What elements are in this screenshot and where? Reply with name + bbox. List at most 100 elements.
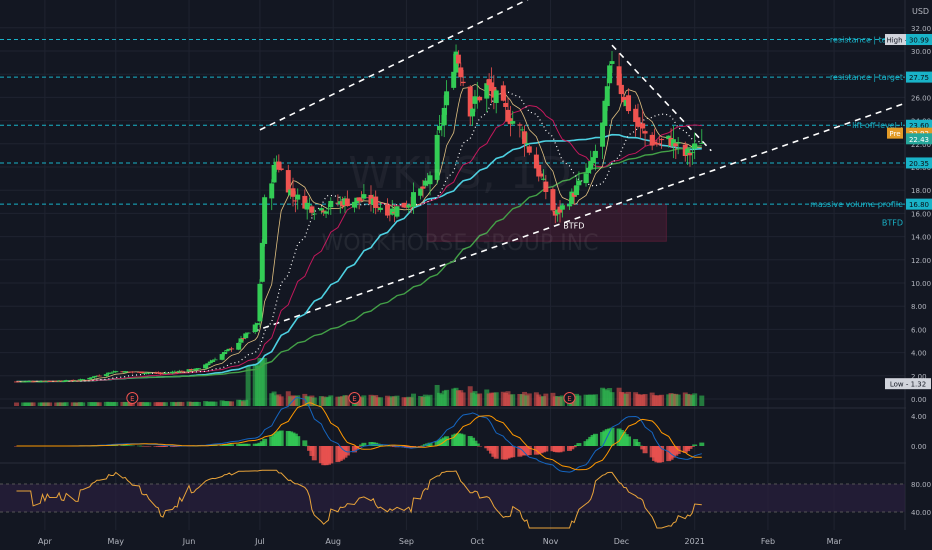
level-price-label: 27.75 [906,71,932,83]
volume-bar [692,393,698,406]
macd-histogram-bar [229,444,235,446]
candle-body [517,124,523,126]
macd-histogram-bar [642,446,648,454]
candle-body [493,90,499,103]
price-tick-label: 8.00 [911,303,927,311]
volume-bar [377,397,383,406]
candle-body [219,354,225,360]
candle-body [590,157,596,164]
candle-body [699,143,705,144]
volume-bar [179,402,185,406]
volume-bar [510,394,516,406]
company-watermark: WORKHORSE GROUP INC [321,231,598,256]
candle-body [500,85,506,101]
candle-body [221,352,227,355]
candle-body [292,200,298,202]
candle-body [401,202,407,208]
candle-body [559,205,565,210]
time-axis-label: Jun [182,537,196,546]
candle-body [75,380,81,382]
level-annotation: BTFD [882,219,903,228]
price-tick-label: 32.00 [911,25,931,33]
price-tick-label: 14.00 [911,234,931,242]
time-axis-label: Aug [325,537,341,546]
level-annotation: massive volume profile [810,200,903,209]
volume-bar [592,394,598,406]
volume-bar [659,394,665,406]
candle-body [344,198,350,207]
candle-body [687,152,693,156]
level-price-label: Low - 1.32 [885,378,931,390]
candle-body [259,242,265,282]
candle-body [14,381,20,383]
price-chart[interactable]: resistance | targetresistance | targetli… [0,0,932,550]
candle-body [236,342,242,350]
macd-histogram-bar [510,446,516,458]
volume-bar [675,394,681,406]
price-tick-label: 12.00 [911,257,931,265]
candle-body [675,142,681,144]
volume-bar [626,391,632,406]
symbol-watermark: WKHS, 1D [348,148,571,199]
candle-body [616,66,622,86]
candle-body [89,377,95,379]
volume-bar [328,395,334,406]
macd-histogram-bar [328,446,334,464]
volume-bar [14,402,20,406]
candle-body [444,91,450,106]
candle-body [460,81,466,84]
macd-histogram-bar [129,445,135,447]
macd-histogram-bar [576,443,582,446]
candle-body [503,102,509,107]
volume-bar [245,365,251,406]
candle-body [243,333,249,339]
volume-bar [526,393,532,406]
price-tick-label: 10.00 [911,280,931,288]
candle-body [323,211,329,214]
earnings-label: E [567,395,571,403]
volume-bar [278,396,284,406]
level-label-text: 30.99 [909,37,929,45]
price-tick-label: 18.00 [911,187,931,195]
candle-body [146,372,152,374]
rsi-tick-label: 80.00 [911,481,931,489]
candle-body [618,84,624,95]
volume-bar [444,389,450,406]
btfd-annotation: BTFD [563,222,584,231]
volume-bar [80,402,86,406]
earnings-marker[interactable]: E [348,392,361,404]
macd-histogram-bar [262,438,268,446]
time-axis-label: 2021 [685,537,705,546]
earnings-marker[interactable]: E [126,392,139,404]
candle-body [309,206,315,213]
candle-body [210,360,216,362]
time-axis-label: Mar [827,537,843,546]
volume-bar [295,395,301,406]
time-axis-label: Apr [38,537,53,546]
earnings-marker[interactable]: E [563,392,576,404]
candle-body [229,348,235,350]
macd-histogram-bar [278,430,284,446]
macd-histogram-bar [635,441,641,446]
time-axis-label: Feb [761,537,775,546]
price-tick-label: 4.00 [911,350,927,358]
volume-bar [229,401,235,406]
level-label-text: Low - 1.32 [890,381,926,389]
candle-body [626,95,632,112]
candle-body [162,372,168,374]
candle-body [245,332,251,334]
candle-body [510,121,516,124]
earnings-label: E [130,395,134,403]
price-tick-label: 30.00 [911,48,931,56]
rsi-tick-label: 40.00 [911,509,931,517]
candle-body [278,168,284,170]
time-axis-label: Sep [399,537,414,546]
candle-body [451,71,457,88]
volume-bar [30,402,36,406]
volume-bar [477,393,483,406]
candle-body [455,54,461,64]
candle-body [375,207,381,208]
volume-bar [212,401,218,406]
volume-bar [411,393,416,406]
candle-body [673,143,679,147]
